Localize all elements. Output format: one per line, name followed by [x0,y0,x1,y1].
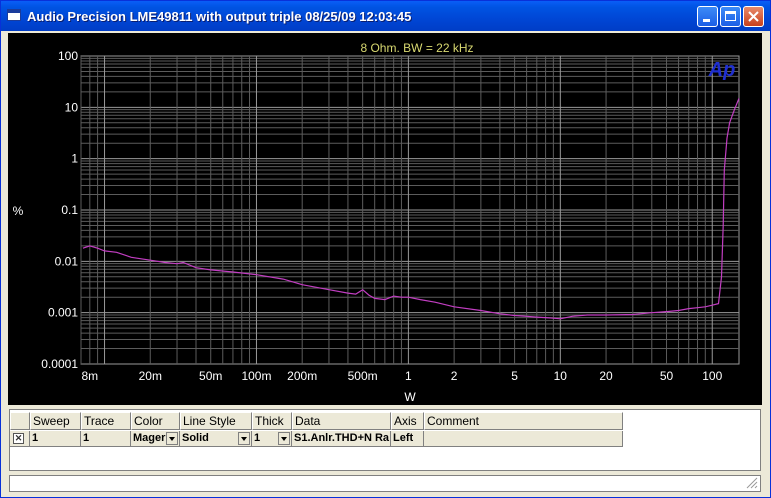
x-tick-label: 100 [702,369,722,383]
title-bar[interactable]: Audio Precision LME49811 with output tri… [1,1,770,31]
y-tick-label: 0.0001 [41,357,78,371]
cell-sweep[interactable]: 1 [30,431,81,447]
x-tick-label: 8m [81,369,98,383]
x-tick-label: 1 [405,369,412,383]
traces [82,98,740,320]
header-axis[interactable]: Axis [391,412,424,430]
window-title: Audio Precision LME49811 with output tri… [27,9,412,24]
close-icon [748,11,759,22]
header-corner [10,412,30,430]
header-line-style[interactable]: Line Style [180,412,252,430]
x-tick-label: 500m [348,369,378,383]
thick-value: 1 [254,432,261,444]
thick-dropdown-button[interactable] [278,432,290,445]
row-enable-cell[interactable]: ✕ [10,431,30,447]
x-tick-label: 100m [241,369,271,383]
minimize-icon [703,19,710,22]
trace-table: Sweep Trace Color Line Style Thick Data … [9,409,761,471]
thd-trace [82,98,740,320]
grid-lines [80,55,740,365]
cell-axis[interactable]: Left [391,431,424,447]
x-tick-label: 50 [660,369,674,383]
color-dropdown-button[interactable] [166,432,178,445]
chart-title: 8 Ohm. BW = 22 kHz [360,41,473,55]
x-tick-label: 20 [599,369,613,383]
minimize-button[interactable] [697,6,718,27]
y-axis-label: % [13,204,24,218]
cell-color[interactable]: Mager [131,431,180,447]
x-tick-label: 10 [554,369,568,383]
header-trace[interactable]: Trace [81,412,131,430]
x-tick-label: 2 [451,369,458,383]
maximize-icon [725,11,736,21]
header-comment[interactable]: Comment [424,412,623,430]
plot-area: 8 Ohm. BW = 22 kHz % W 100 10 1 0.1 0.01 0.00… [8,33,762,405]
maximize-button[interactable] [720,6,741,27]
ap-logo: Ap [708,59,736,81]
window-icon[interactable] [7,9,21,21]
cell-trace[interactable]: 1 [81,431,131,447]
x-tick-label: 50m [199,369,222,383]
line-style-value: Solid [182,432,209,444]
trace-enabled-checkbox[interactable]: ✕ [13,433,24,444]
x-tick-labels: 8m 20m 50m 100m 200m 500m 1 2 5 10 20 50 100 [81,369,722,383]
y-tick-label: 1 [71,152,78,166]
x-tick-label: 20m [139,369,162,383]
y-tick-label: 10 [65,100,79,114]
x-axis-label: W [404,390,416,404]
x-tick-label: 200m [287,369,317,383]
y-tick-label: 0.1 [61,203,78,217]
header-sweep[interactable]: Sweep [30,412,81,430]
y-tick-label: 0.001 [48,306,78,320]
header-thick[interactable]: Thick [252,412,292,430]
y-tick-label: 100 [58,49,78,63]
status-bar [9,475,761,492]
resize-grip-icon[interactable] [746,477,758,489]
cell-comment[interactable] [424,431,623,447]
cell-data[interactable]: S1.Anlr.THD+N Ra [292,431,391,447]
header-color[interactable]: Color [131,412,180,430]
cell-thick[interactable]: 1 [252,431,292,447]
y-tick-label: 0.01 [55,254,79,268]
thd-chart: 8 Ohm. BW = 22 kHz % W 100 10 1 0.1 0.01 0.00… [13,41,740,404]
y-tick-labels: 100 10 1 0.1 0.01 0.001 0.0001 [41,49,78,371]
line-style-dropdown-button[interactable] [238,432,250,445]
color-value: Mager [133,432,166,444]
x-tick-label: 5 [511,369,518,383]
cell-line-style[interactable]: Solid [180,431,252,447]
header-data[interactable]: Data [292,412,391,430]
close-button[interactable] [743,6,764,27]
app-window: Audio Precision LME49811 with output tri… [0,0,771,498]
